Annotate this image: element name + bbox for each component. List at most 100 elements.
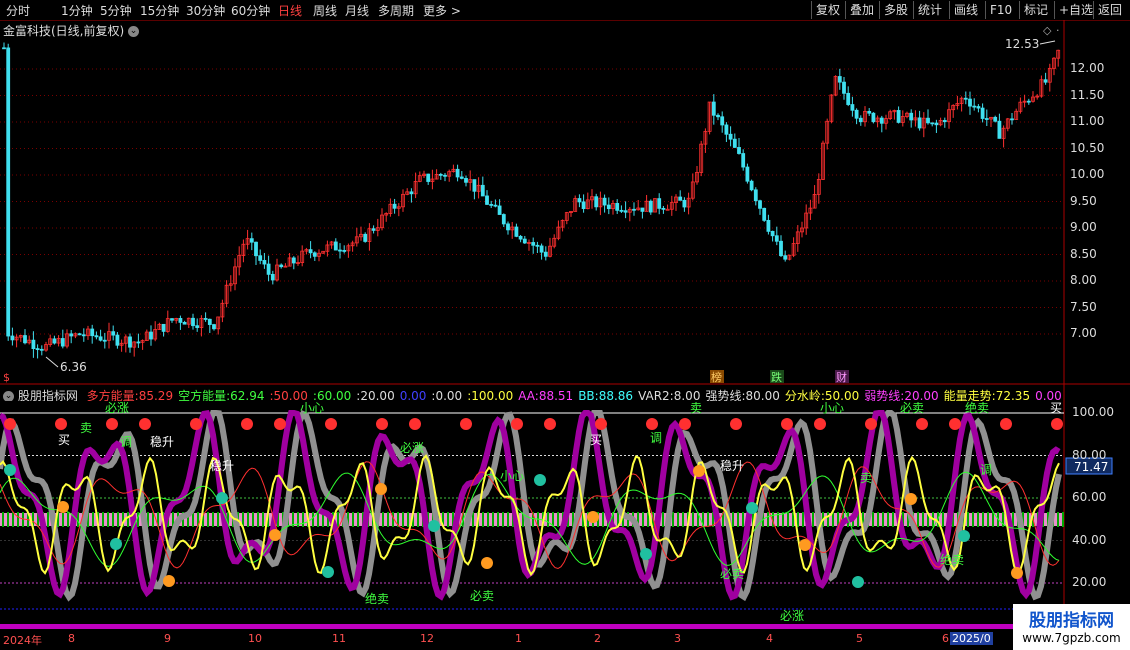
signal-label: 小心 [500, 469, 524, 483]
top-signal-dot [646, 418, 658, 430]
signal-label: 买 [58, 433, 70, 447]
indicator-value-label: AA: [518, 389, 539, 401]
top-signal-dot [595, 418, 607, 430]
band-tick [602, 512, 604, 527]
signal-label: 绝卖 [965, 400, 989, 415]
chart-canvas: 12.53 ◇ · 6.36 $ 榜 跌 财 买卖调 稳升必涨 小心必卖绝卖买卖调稳… [0, 20, 1130, 630]
band-tick [942, 512, 944, 527]
candle-body [657, 198, 662, 209]
candle-body [31, 339, 36, 350]
event-tag-rank: 榜 [711, 370, 722, 384]
indicator-value-label: 多方能量: [86, 389, 139, 401]
indicator-toggle-icon[interactable]: ⌄ [3, 391, 14, 401]
signal-markers: 买卖调 稳升必涨 小心必卖绝卖买卖调稳升必涨小心 必卖 绝卖 买卖调稳升必涨小心必卖绝卖 [4, 400, 1063, 623]
indicator-value-label: 弱势线: [864, 389, 905, 401]
signal-label: 稳升 [210, 458, 234, 473]
indicator-value-number: 100.00 [471, 389, 514, 401]
candle-body [909, 112, 914, 121]
band-tick [117, 512, 119, 527]
event-tag-finance: 财 [836, 370, 847, 384]
band-tick [812, 512, 814, 527]
candle-body [266, 263, 271, 275]
candle-body [997, 120, 1002, 139]
indicator-value-number: 72.35 [995, 389, 1031, 401]
candle-body [485, 195, 489, 205]
candle-body [363, 233, 368, 242]
signal-dot [163, 575, 175, 587]
candle-body [308, 249, 313, 254]
date-tick: 2025/0 [950, 632, 993, 645]
kline-y-tick: 8.50 [1070, 246, 1097, 261]
candle-body [438, 173, 443, 176]
band-tick [387, 512, 389, 527]
date-tick: 8 [68, 632, 75, 645]
indicator-value: 0.00 [1035, 389, 1062, 401]
pin-icon: · [1056, 24, 1060, 37]
candle-body [81, 334, 86, 337]
indicator-y-tick: 100.00 [1072, 405, 1114, 419]
candle-body [333, 241, 338, 251]
candlestick-series[interactable] [2, 42, 1061, 359]
top-signal-dot [241, 418, 253, 430]
candle-body [455, 168, 460, 178]
band-tick [92, 512, 94, 527]
indicator-value-number: 0.00 [435, 389, 463, 401]
candle-body [741, 153, 746, 168]
high-marker: 12.53 ◇ · [1005, 24, 1060, 51]
candle-body [207, 318, 212, 325]
signal-label: 稳升 [720, 458, 744, 473]
candle-body [531, 242, 536, 246]
candle-body [606, 204, 611, 210]
candle-body [602, 197, 607, 206]
top-signal-dot [139, 418, 151, 430]
candle-body [52, 338, 57, 344]
candle-body [846, 92, 851, 105]
indicator-value: :100.00 [467, 389, 513, 401]
top-signal-dot [730, 418, 742, 430]
date-tick: 11 [332, 632, 346, 645]
band-tick [212, 512, 214, 527]
indicator-value-number: 20.00 [904, 389, 939, 401]
indicator-name[interactable]: 股朋指标网 [18, 389, 78, 401]
candle-body [745, 166, 750, 182]
band-tick [502, 512, 504, 527]
candle-body [459, 176, 464, 179]
band-tick [987, 512, 989, 527]
indicator-value: AA:88.51 [518, 389, 573, 401]
candle-body [984, 118, 989, 120]
candle-body [60, 338, 65, 347]
candle-body [1026, 100, 1031, 103]
kline-y-tick: 11.00 [1070, 114, 1105, 128]
candle-body [195, 325, 200, 328]
candle-body [648, 200, 653, 213]
candle-body [758, 200, 762, 209]
candle-body [6, 47, 11, 337]
indicator-value: 分水岭:50.00 [785, 389, 859, 401]
band-tick [887, 512, 889, 527]
signal-label: 小心 [820, 401, 844, 415]
date-tick: 4 [766, 632, 773, 645]
signal-label: 调 [980, 463, 992, 477]
candle-body [464, 178, 468, 183]
signal-dot [428, 520, 440, 532]
candle-body [661, 207, 666, 210]
signal-label: 绝卖 [365, 591, 389, 606]
candle-body [128, 336, 132, 348]
candle-body [69, 333, 74, 337]
event-tags[interactable]: 榜 跌 财 [710, 370, 849, 384]
band-tick [382, 512, 384, 527]
indicator-value-number: 0.00 [399, 389, 427, 401]
candle-body [535, 244, 540, 247]
candle-body [972, 105, 977, 108]
band-tick [447, 512, 449, 527]
candle-body [732, 138, 737, 148]
candle-body [720, 116, 725, 126]
kline-y-tick: 10.00 [1070, 167, 1105, 181]
candle-body [711, 101, 716, 116]
signal-dot [1011, 567, 1023, 579]
indicator-value-number: 80.00 [745, 389, 780, 401]
band-tick [1057, 512, 1059, 527]
band-tick [877, 512, 879, 527]
band-tick [737, 512, 739, 527]
top-signal-dot [865, 418, 877, 430]
